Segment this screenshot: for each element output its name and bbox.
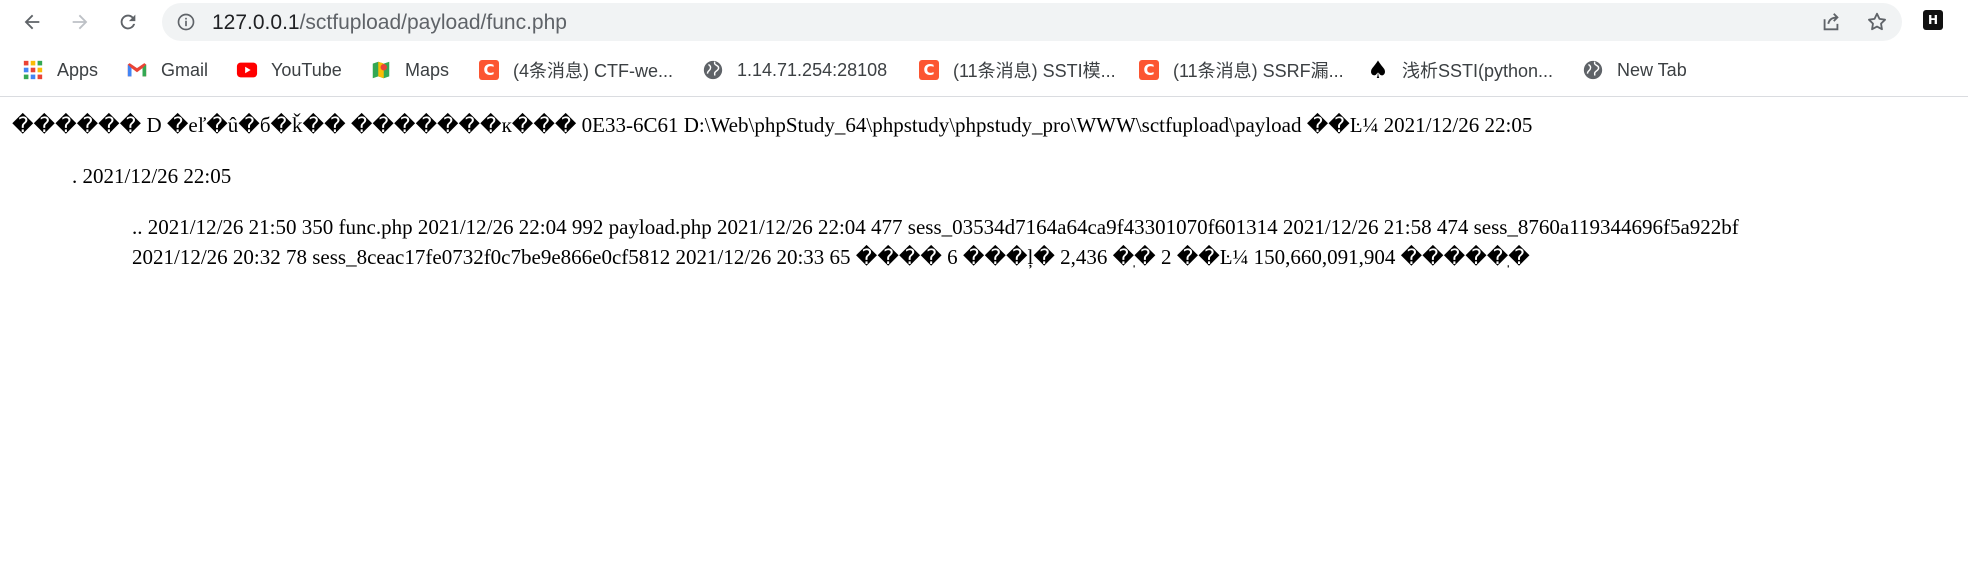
bookmark-label: YouTube [271, 59, 342, 80]
spade-icon: ♠ [1367, 56, 1389, 84]
share-icon[interactable] [1820, 11, 1842, 33]
arrow-right-icon [72, 14, 88, 30]
gmail-icon [126, 59, 148, 81]
back-button[interactable] [18, 8, 46, 36]
bookmark-label: Maps [405, 59, 450, 80]
bookmark-ip[interactable]: 1.14.71.254:28108 [702, 50, 887, 90]
extension-icon[interactable]: H [1923, 10, 1943, 30]
bookmark-maps[interactable]: Maps [370, 50, 449, 90]
bookmark-label: (4条消息) CTF-we... [513, 61, 673, 81]
bookmark-apps[interactable]: Apps [22, 50, 98, 90]
reload-icon [120, 14, 136, 30]
bookmark-label: (11条消息) SSTI模... [953, 61, 1116, 81]
bookmark-ssti-python[interactable]: ♠ 浅析SSTI(python... [1367, 50, 1553, 90]
bookmark-ctf-web[interactable]: C (4条消息) CTF-we... [478, 50, 673, 90]
dir-header-line: ������ D �еľ�û�б�ǩ�� �������к��� 0E33-6C… [12, 113, 1533, 137]
globe-icon [1582, 59, 1604, 81]
bookmark-label: Apps [57, 59, 99, 80]
bookmark-label: Gmail [161, 59, 209, 80]
csdn-icon: C [918, 59, 940, 81]
dir-listing-line: .. 2021/12/26 21:50 350 func.php 2021/12… [132, 215, 1739, 239]
bookmark-youtube[interactable]: YouTube [236, 50, 342, 90]
bookmark-label: 1.14.71.254:28108 [737, 59, 888, 80]
url-host: 127.0.0.1 [212, 11, 300, 34]
bookmark-label: (11条消息) SSRF漏... [1173, 61, 1344, 81]
csdn-icon: C [1138, 59, 1160, 81]
bookmark-ssti[interactable]: C (11条消息) SSTI模... [918, 50, 1116, 90]
bookmark-ssrf[interactable]: C (11条消息) SSRF漏... [1138, 50, 1344, 90]
bookmarks-bar: Apps Gmail YouTube Maps C (4条消息) CTF-we.. [0, 50, 1968, 90]
bookmark-label: New Tab [1617, 59, 1687, 80]
page-body: ������ D �еľ�û�б�ǩ�� �������к��� 0E33-6C… [0, 97, 1968, 562]
youtube-icon [236, 59, 258, 81]
apps-grid-icon [22, 59, 44, 81]
dir-summary-line: 2021/12/26 20:32 78 sess_8ceac17fe0732f0… [132, 245, 1530, 269]
dir-current-line: . 2021/12/26 22:05 [72, 164, 232, 188]
browser-toolbar: 127.0.0.1/sctfupload/payload/func.php H [0, 0, 1968, 44]
address-bar[interactable]: 127.0.0.1/sctfupload/payload/func.php [162, 3, 1902, 41]
url-path: /sctfupload/payload/func.php [299, 11, 567, 34]
bookmark-star-icon[interactable] [1866, 11, 1888, 33]
globe-icon [702, 59, 724, 81]
bookmark-label: 浅析SSTI(python... [1402, 61, 1554, 81]
bookmark-new-tab[interactable]: New Tab [1582, 50, 1687, 90]
maps-icon [370, 59, 392, 81]
url-text[interactable]: 127.0.0.1/sctfupload/payload/func.php [212, 11, 567, 35]
forward-button[interactable] [66, 8, 94, 36]
reload-button[interactable] [114, 8, 142, 36]
bookmark-gmail[interactable]: Gmail [126, 50, 208, 90]
csdn-icon: C [478, 59, 500, 81]
arrow-left-icon [24, 14, 40, 30]
info-icon[interactable] [176, 12, 196, 32]
